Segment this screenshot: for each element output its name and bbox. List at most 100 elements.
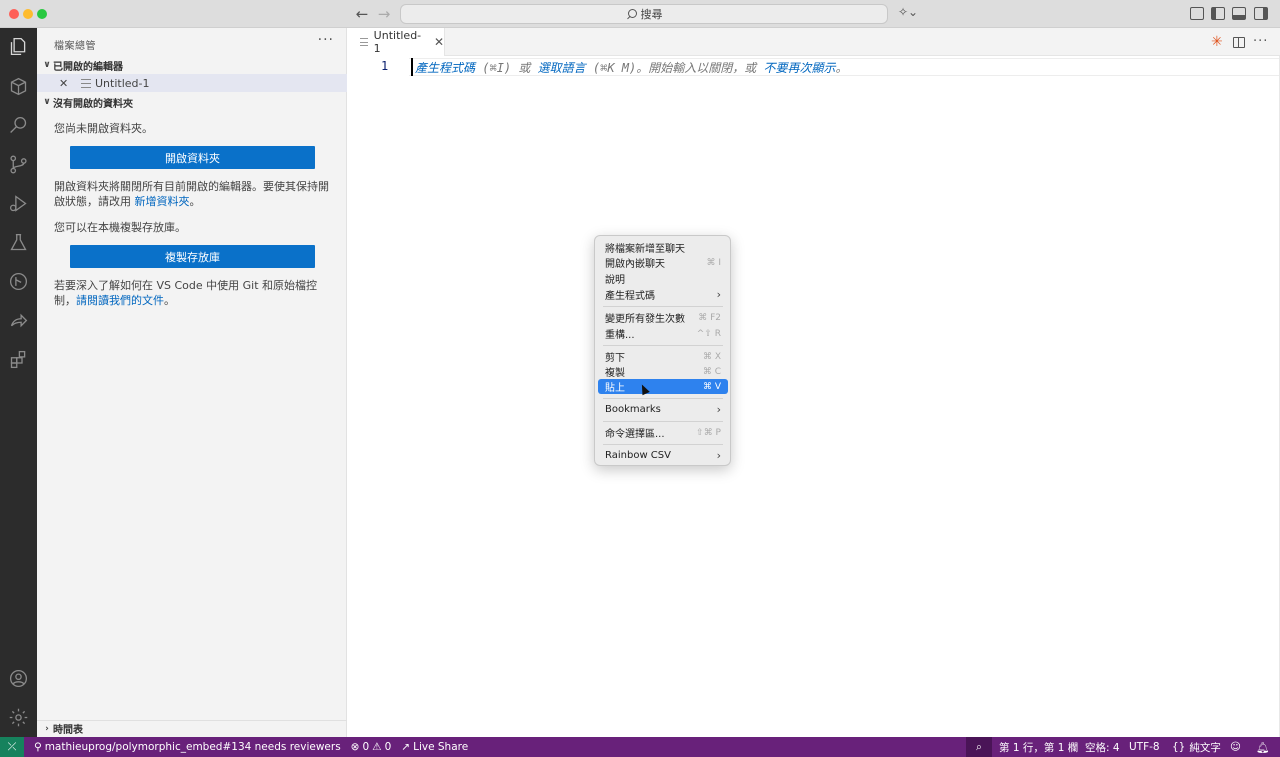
copilot-spark-icon[interactable]: ✳ — [1211, 34, 1223, 50]
tab-label: Untitled-1 — [373, 29, 422, 55]
testing-flask-icon[interactable] — [8, 232, 29, 253]
remote-icon[interactable]: ⤫ — [0, 737, 24, 757]
title-bar: ← → 搜尋 ✧⌄ — [0, 0, 1280, 28]
warning-icon: ⚠ — [372, 741, 382, 753]
generate-code-link[interactable]: 產生程式碼 — [415, 61, 475, 75]
customize-layout-icon[interactable] — [1190, 7, 1204, 20]
editor-area[interactable]: 1 產生程式碼 (⌘I) 或 選取語言 (⌘K M)。開始輸入以關閉，或 不要再… — [347, 56, 1280, 737]
open-editor-item[interactable]: ✕ Untitled-1 — [37, 74, 347, 92]
tab-untitled-1[interactable]: Untitled-1 ✕ — [347, 28, 445, 56]
chevron-down-icon: ∨ — [43, 97, 51, 107]
command-center-search[interactable]: 搜尋 — [400, 4, 888, 24]
open-folder-button[interactable]: 開啟資料夾 — [70, 146, 315, 169]
live-share-status[interactable]: ↗ Live Share — [401, 741, 468, 753]
notifications-bell-icon[interactable]: 🔔︎ — [1256, 737, 1269, 757]
chevron-down-icon: ∨ — [43, 60, 51, 70]
search-label: 搜尋 — [640, 8, 663, 21]
read-docs-link[interactable]: 請閱讀我們的文件 — [76, 294, 164, 307]
more-actions-icon[interactable]: ··· — [318, 32, 334, 48]
open-editor-name: Untitled-1 — [95, 76, 150, 90]
zoom-icon[interactable]: ⌕ — [966, 737, 992, 757]
search-icon[interactable] — [8, 115, 29, 136]
status-bar: ⤫ ⚲ mathieuprog/polymorphic_embed#134 ne… — [0, 737, 1280, 757]
no-folder-message: 您尚未開啟資料夾。 — [54, 122, 153, 135]
settings-gear-icon[interactable] — [8, 707, 29, 728]
plaintext-file-icon — [81, 78, 91, 88]
dont-show-again-link[interactable]: 不要再次顯示 — [763, 61, 835, 75]
menu-separator — [603, 444, 723, 445]
explorer-icon[interactable] — [8, 36, 29, 57]
explorer-sidebar: 檔案總管 ··· ∨ 已開啟的編輯器 ✕ Untitled-1 ∨ 沒有開啟的資… — [37, 28, 347, 737]
zoom-window-button[interactable] — [37, 9, 47, 19]
live-share-icon: ↗ — [401, 741, 411, 753]
toggle-primary-sidebar-icon[interactable] — [1211, 7, 1225, 20]
activity-bar — [0, 28, 37, 737]
menu-separator — [603, 421, 723, 422]
timeline-section[interactable]: › 時間表 — [37, 720, 347, 736]
menu-separator — [603, 398, 723, 399]
minimize-window-button[interactable] — [23, 9, 33, 19]
chevron-right-icon: › — [716, 449, 721, 462]
explorer-title: 檔案總管 — [54, 41, 96, 52]
menu-separator — [603, 345, 723, 346]
timeline-label: 時間表 — [53, 725, 83, 736]
clone-repository-button[interactable]: 複製存放庫 — [70, 245, 315, 268]
language-mode[interactable]: {} 純文字 — [1172, 737, 1221, 757]
menu-item-cut[interactable]: 剪下 ⌘ X — [598, 349, 728, 365]
rocket-icon: ⚲ — [34, 741, 42, 753]
context-menu: 將檔案新增至聊天 開啟內嵌聊天 ⌘ I 說明 產生程式碼 › 變更所有發生次數 ⌘ F… — [594, 235, 731, 466]
split-editor-icon[interactable] — [1233, 37, 1245, 48]
menu-item-add-file-to-chat[interactable]: 將檔案新增至聊天 — [598, 240, 728, 255]
account-icon[interactable] — [8, 668, 29, 689]
braces-icon: {} — [1172, 741, 1186, 753]
problems-status[interactable]: ⊗ 0 ⚠ 0 — [351, 741, 392, 753]
open-editors-label: 已開啟的編輯器 — [53, 61, 123, 73]
menu-item-open-inline-chat[interactable]: 開啟內嵌聊天 ⌘ I — [598, 255, 728, 271]
source-control-icon[interactable] — [8, 154, 29, 175]
chevron-right-icon: › — [716, 403, 721, 416]
chevron-right-icon: › — [45, 723, 49, 734]
pr-status[interactable]: ⚲ mathieuprog/polymorphic_embed#134 need… — [34, 741, 341, 753]
extensions-cube-icon[interactable] — [8, 76, 29, 97]
text-cursor — [411, 58, 413, 76]
chevron-right-icon: › — [716, 288, 721, 301]
toggle-panel-icon[interactable] — [1232, 7, 1246, 20]
close-window-button[interactable] — [9, 9, 19, 19]
cursor-position[interactable]: 第 1 行，第 1 欄 — [999, 737, 1078, 757]
menu-item-generate-code[interactable]: 產生程式碼 › — [598, 287, 728, 302]
menu-item-copy[interactable]: 複製 ⌘ C — [598, 364, 728, 380]
clone-message: 您可以在本機複製存放庫。 — [54, 221, 186, 234]
menu-item-paste[interactable]: 貼上 ⌘ V — [598, 379, 728, 394]
git-graph-icon[interactable] — [8, 271, 29, 292]
menu-item-refactor[interactable]: 重構... ^⇧ R — [598, 326, 728, 342]
empty-editor-hint: 產生程式碼 (⌘I) 或 選取語言 (⌘K M)。開始輸入以關閉，或 不要再次顯… — [415, 61, 848, 75]
open-folder-note: 開啟資料夾將關閉所有目前開啟的編輯器。要使其保持開啟狀態，請改用 新增資料夾。 — [54, 180, 329, 208]
copilot-icon[interactable]: ✧⌄ — [898, 5, 924, 23]
no-folder-section[interactable]: ∨ 沒有開啟的資料夾 — [37, 93, 347, 111]
menu-item-change-all-occurrences[interactable]: 變更所有發生次數 ⌘ F2 — [598, 310, 728, 326]
extensions-icon[interactable] — [8, 349, 29, 370]
menu-item-rainbow-csv[interactable]: Rainbow CSV › — [598, 448, 728, 463]
open-editors-section[interactable]: ∨ 已開啟的編輯器 — [37, 56, 347, 74]
menu-item-explain[interactable]: 說明 — [598, 271, 728, 286]
close-icon[interactable]: ✕ — [434, 35, 444, 49]
live-share-icon[interactable] — [8, 310, 29, 331]
back-arrow-icon[interactable]: ← — [352, 4, 372, 24]
error-icon: ⊗ — [350, 741, 360, 753]
menu-item-command-palette[interactable]: 命令選擇區... ⇧⌘ P — [598, 425, 728, 441]
add-folder-link[interactable]: 新增資料夾 — [135, 195, 190, 208]
copilot-status-icon[interactable]: ☺ — [1230, 737, 1241, 757]
indentation-status[interactable]: 空格: 4 — [1085, 737, 1120, 757]
run-debug-icon[interactable] — [8, 193, 29, 214]
menu-item-bookmarks[interactable]: Bookmarks › — [598, 402, 728, 417]
line-number: 1 — [381, 59, 389, 73]
close-icon[interactable]: ✕ — [59, 77, 71, 90]
select-language-link[interactable]: 選取語言 — [538, 61, 586, 75]
toggle-secondary-sidebar-icon[interactable] — [1254, 7, 1268, 20]
more-actions-icon[interactable]: ··· — [1253, 34, 1268, 49]
search-icon — [626, 8, 637, 20]
plaintext-file-icon — [360, 38, 368, 46]
forward-arrow-icon[interactable]: → — [374, 4, 394, 24]
menu-separator — [603, 306, 723, 307]
encoding-status[interactable]: UTF-8 — [1129, 737, 1160, 757]
